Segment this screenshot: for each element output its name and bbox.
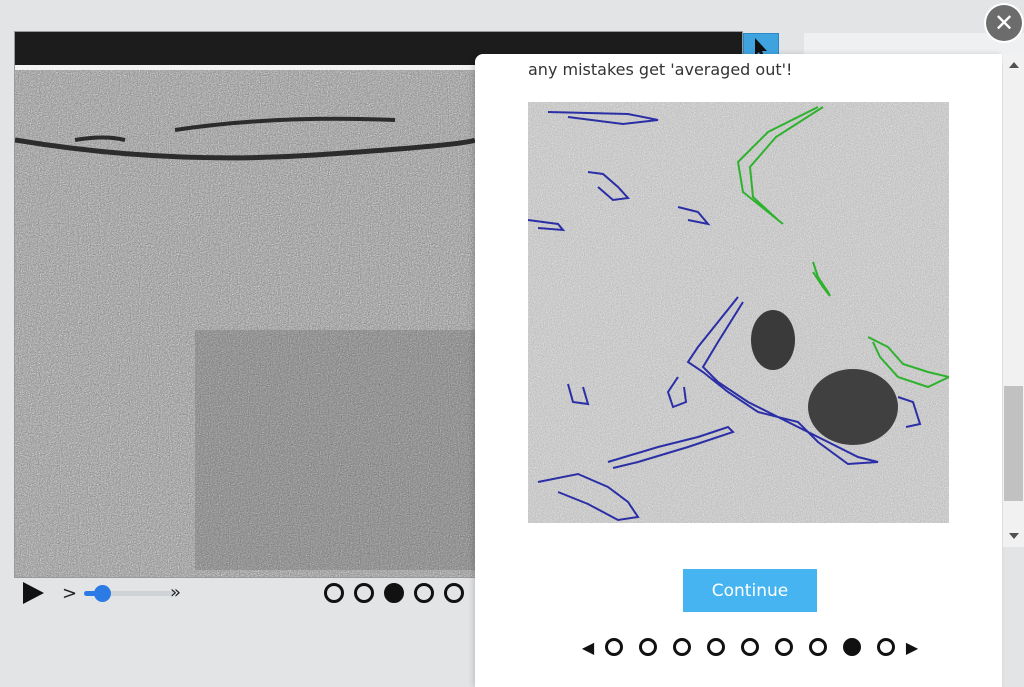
next-page-icon[interactable]: ▶ — [903, 638, 921, 657]
continue-button[interactable]: Continue — [683, 569, 817, 612]
pager-dot[interactable] — [809, 638, 827, 656]
scrollbar-thumb[interactable] — [1004, 386, 1023, 501]
playback-controls: > » — [20, 578, 480, 608]
frame-dot[interactable] — [354, 583, 374, 603]
pager-dot[interactable] — [639, 638, 657, 656]
pager-dot[interactable] — [707, 638, 725, 656]
pager-dot[interactable] — [877, 638, 895, 656]
prev-page-icon[interactable]: ◀ — [579, 638, 597, 657]
speed-slider[interactable] — [84, 585, 174, 602]
pager-dot[interactable] — [775, 638, 793, 656]
annotated-example-image — [528, 102, 949, 523]
pager-dot[interactable] — [843, 638, 861, 656]
fast-speed-icon[interactable]: » — [170, 582, 181, 603]
scroll-down-arrow-icon[interactable] — [1009, 533, 1019, 539]
tutorial-pager: ◀ ▶ — [579, 638, 921, 657]
speed-slider-handle[interactable] — [94, 585, 111, 602]
frame-indicator — [324, 583, 464, 603]
close-icon[interactable]: ✕ — [986, 5, 1022, 41]
frame-dot[interactable] — [324, 583, 344, 603]
frame-dot[interactable] — [414, 583, 434, 603]
slow-speed-icon[interactable]: > — [62, 583, 77, 604]
frame-dot[interactable] — [384, 583, 404, 603]
scroll-up-arrow-icon[interactable] — [1009, 62, 1019, 68]
pager-dot[interactable] — [673, 638, 691, 656]
frame-dot[interactable] — [444, 583, 464, 603]
play-icon[interactable] — [20, 580, 46, 606]
pager-dot[interactable] — [741, 638, 759, 656]
modal-scrollbar[interactable] — [1003, 54, 1024, 547]
pager-dot[interactable] — [605, 638, 623, 656]
modal-text: any mistakes get 'averaged out'! — [528, 60, 793, 79]
